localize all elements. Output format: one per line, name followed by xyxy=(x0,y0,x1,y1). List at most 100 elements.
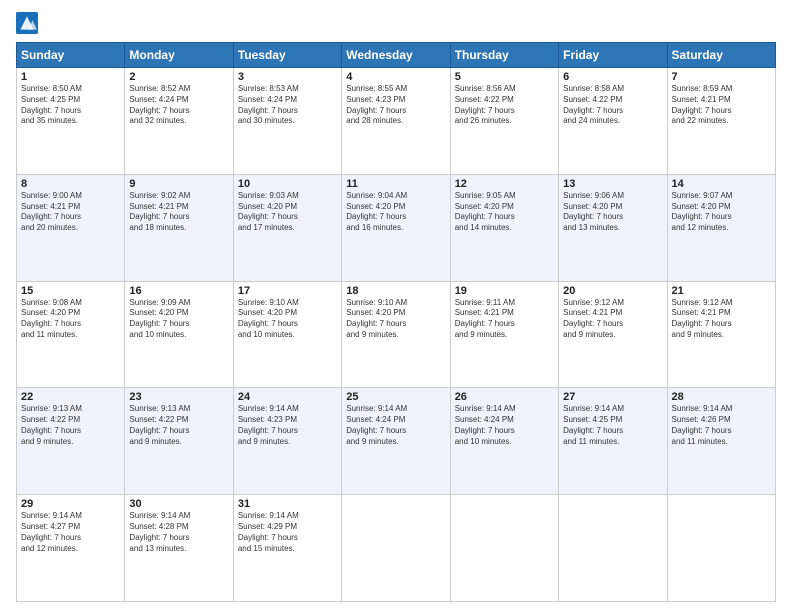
day-number: 28 xyxy=(672,391,771,403)
logo xyxy=(16,12,42,34)
day-number: 3 xyxy=(238,71,337,83)
cell-info: Sunrise: 9:13 AM Sunset: 4:22 PM Dayligh… xyxy=(21,404,120,447)
cell-info: Sunrise: 9:14 AM Sunset: 4:24 PM Dayligh… xyxy=(346,404,445,447)
cell-info: Sunrise: 9:08 AM Sunset: 4:20 PM Dayligh… xyxy=(21,298,120,341)
calendar-cell: 14Sunrise: 9:07 AM Sunset: 4:20 PM Dayli… xyxy=(667,174,775,281)
cell-info: Sunrise: 9:14 AM Sunset: 4:25 PM Dayligh… xyxy=(563,404,662,447)
calendar-cell: 21Sunrise: 9:12 AM Sunset: 4:21 PM Dayli… xyxy=(667,281,775,388)
calendar-cell: 10Sunrise: 9:03 AM Sunset: 4:20 PM Dayli… xyxy=(233,174,341,281)
logo-icon xyxy=(16,12,38,34)
day-number: 24 xyxy=(238,391,337,403)
calendar-cell: 3Sunrise: 8:53 AM Sunset: 4:24 PM Daylig… xyxy=(233,68,341,175)
day-number: 30 xyxy=(129,498,228,510)
cell-info: Sunrise: 8:53 AM Sunset: 4:24 PM Dayligh… xyxy=(238,84,337,127)
calendar-cell: 28Sunrise: 9:14 AM Sunset: 4:26 PM Dayli… xyxy=(667,388,775,495)
calendar-cell: 23Sunrise: 9:13 AM Sunset: 4:22 PM Dayli… xyxy=(125,388,233,495)
day-number: 2 xyxy=(129,71,228,83)
day-number: 12 xyxy=(455,178,554,190)
cell-info: Sunrise: 9:04 AM Sunset: 4:20 PM Dayligh… xyxy=(346,191,445,234)
cell-info: Sunrise: 9:05 AM Sunset: 4:20 PM Dayligh… xyxy=(455,191,554,234)
cell-info: Sunrise: 9:07 AM Sunset: 4:20 PM Dayligh… xyxy=(672,191,771,234)
day-number: 17 xyxy=(238,285,337,297)
calendar-cell: 13Sunrise: 9:06 AM Sunset: 4:20 PM Dayli… xyxy=(559,174,667,281)
cell-info: Sunrise: 9:14 AM Sunset: 4:27 PM Dayligh… xyxy=(21,511,120,554)
day-number: 23 xyxy=(129,391,228,403)
cell-info: Sunrise: 9:00 AM Sunset: 4:21 PM Dayligh… xyxy=(21,191,120,234)
week-row: 22Sunrise: 9:13 AM Sunset: 4:22 PM Dayli… xyxy=(17,388,776,495)
calendar-cell: 6Sunrise: 8:58 AM Sunset: 4:22 PM Daylig… xyxy=(559,68,667,175)
day-number: 22 xyxy=(21,391,120,403)
calendar-cell: 2Sunrise: 8:52 AM Sunset: 4:24 PM Daylig… xyxy=(125,68,233,175)
header-saturday: Saturday xyxy=(667,43,775,68)
day-number: 8 xyxy=(21,178,120,190)
header-wednesday: Wednesday xyxy=(342,43,450,68)
cell-info: Sunrise: 8:52 AM Sunset: 4:24 PM Dayligh… xyxy=(129,84,228,127)
cell-info: Sunrise: 8:55 AM Sunset: 4:23 PM Dayligh… xyxy=(346,84,445,127)
cell-info: Sunrise: 9:12 AM Sunset: 4:21 PM Dayligh… xyxy=(672,298,771,341)
day-number: 16 xyxy=(129,285,228,297)
day-number: 15 xyxy=(21,285,120,297)
cell-info: Sunrise: 8:59 AM Sunset: 4:21 PM Dayligh… xyxy=(672,84,771,127)
day-number: 14 xyxy=(672,178,771,190)
cell-info: Sunrise: 9:09 AM Sunset: 4:20 PM Dayligh… xyxy=(129,298,228,341)
calendar-cell: 7Sunrise: 8:59 AM Sunset: 4:21 PM Daylig… xyxy=(667,68,775,175)
cell-info: Sunrise: 9:11 AM Sunset: 4:21 PM Dayligh… xyxy=(455,298,554,341)
calendar-cell: 11Sunrise: 9:04 AM Sunset: 4:20 PM Dayli… xyxy=(342,174,450,281)
calendar-cell: 17Sunrise: 9:10 AM Sunset: 4:20 PM Dayli… xyxy=(233,281,341,388)
calendar-cell xyxy=(450,495,558,602)
week-row: 15Sunrise: 9:08 AM Sunset: 4:20 PM Dayli… xyxy=(17,281,776,388)
calendar-cell: 19Sunrise: 9:11 AM Sunset: 4:21 PM Dayli… xyxy=(450,281,558,388)
day-number: 11 xyxy=(346,178,445,190)
header-tuesday: Tuesday xyxy=(233,43,341,68)
day-number: 31 xyxy=(238,498,337,510)
day-number: 10 xyxy=(238,178,337,190)
calendar-cell: 15Sunrise: 9:08 AM Sunset: 4:20 PM Dayli… xyxy=(17,281,125,388)
calendar-cell: 12Sunrise: 9:05 AM Sunset: 4:20 PM Dayli… xyxy=(450,174,558,281)
cell-info: Sunrise: 9:12 AM Sunset: 4:21 PM Dayligh… xyxy=(563,298,662,341)
cell-info: Sunrise: 9:03 AM Sunset: 4:20 PM Dayligh… xyxy=(238,191,337,234)
calendar-cell xyxy=(559,495,667,602)
day-number: 19 xyxy=(455,285,554,297)
calendar-cell: 16Sunrise: 9:09 AM Sunset: 4:20 PM Dayli… xyxy=(125,281,233,388)
day-number: 9 xyxy=(129,178,228,190)
day-number: 25 xyxy=(346,391,445,403)
cell-info: Sunrise: 8:56 AM Sunset: 4:22 PM Dayligh… xyxy=(455,84,554,127)
day-number: 20 xyxy=(563,285,662,297)
cell-info: Sunrise: 9:13 AM Sunset: 4:22 PM Dayligh… xyxy=(129,404,228,447)
day-number: 18 xyxy=(346,285,445,297)
calendar-cell: 1Sunrise: 8:50 AM Sunset: 4:25 PM Daylig… xyxy=(17,68,125,175)
calendar-header-row: SundayMondayTuesdayWednesdayThursdayFrid… xyxy=(17,43,776,68)
calendar-cell: 8Sunrise: 9:00 AM Sunset: 4:21 PM Daylig… xyxy=(17,174,125,281)
cell-info: Sunrise: 9:14 AM Sunset: 4:28 PM Dayligh… xyxy=(129,511,228,554)
header-friday: Friday xyxy=(559,43,667,68)
calendar-cell: 4Sunrise: 8:55 AM Sunset: 4:23 PM Daylig… xyxy=(342,68,450,175)
calendar-cell: 31Sunrise: 9:14 AM Sunset: 4:29 PM Dayli… xyxy=(233,495,341,602)
calendar-cell: 22Sunrise: 9:13 AM Sunset: 4:22 PM Dayli… xyxy=(17,388,125,495)
calendar-cell: 5Sunrise: 8:56 AM Sunset: 4:22 PM Daylig… xyxy=(450,68,558,175)
header-thursday: Thursday xyxy=(450,43,558,68)
day-number: 13 xyxy=(563,178,662,190)
cell-info: Sunrise: 9:02 AM Sunset: 4:21 PM Dayligh… xyxy=(129,191,228,234)
calendar-cell: 25Sunrise: 9:14 AM Sunset: 4:24 PM Dayli… xyxy=(342,388,450,495)
calendar-cell: 29Sunrise: 9:14 AM Sunset: 4:27 PM Dayli… xyxy=(17,495,125,602)
page: SundayMondayTuesdayWednesdayThursdayFrid… xyxy=(0,0,792,612)
cell-info: Sunrise: 8:58 AM Sunset: 4:22 PM Dayligh… xyxy=(563,84,662,127)
week-row: 29Sunrise: 9:14 AM Sunset: 4:27 PM Dayli… xyxy=(17,495,776,602)
cell-info: Sunrise: 9:14 AM Sunset: 4:26 PM Dayligh… xyxy=(672,404,771,447)
cell-info: Sunrise: 9:10 AM Sunset: 4:20 PM Dayligh… xyxy=(346,298,445,341)
header-sunday: Sunday xyxy=(17,43,125,68)
cell-info: Sunrise: 9:06 AM Sunset: 4:20 PM Dayligh… xyxy=(563,191,662,234)
day-number: 7 xyxy=(672,71,771,83)
day-number: 26 xyxy=(455,391,554,403)
cell-info: Sunrise: 9:10 AM Sunset: 4:20 PM Dayligh… xyxy=(238,298,337,341)
header xyxy=(16,12,776,34)
calendar-cell: 18Sunrise: 9:10 AM Sunset: 4:20 PM Dayli… xyxy=(342,281,450,388)
calendar-cell: 27Sunrise: 9:14 AM Sunset: 4:25 PM Dayli… xyxy=(559,388,667,495)
calendar-cell: 20Sunrise: 9:12 AM Sunset: 4:21 PM Dayli… xyxy=(559,281,667,388)
calendar-cell: 30Sunrise: 9:14 AM Sunset: 4:28 PM Dayli… xyxy=(125,495,233,602)
cell-info: Sunrise: 9:14 AM Sunset: 4:24 PM Dayligh… xyxy=(455,404,554,447)
cell-info: Sunrise: 9:14 AM Sunset: 4:23 PM Dayligh… xyxy=(238,404,337,447)
day-number: 6 xyxy=(563,71,662,83)
day-number: 1 xyxy=(21,71,120,83)
day-number: 4 xyxy=(346,71,445,83)
